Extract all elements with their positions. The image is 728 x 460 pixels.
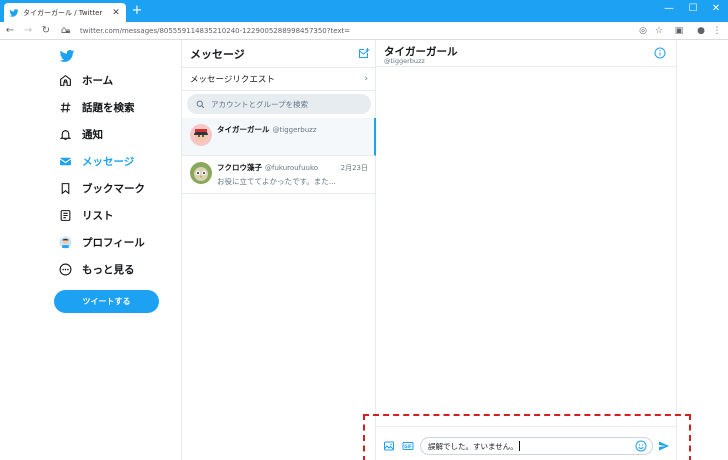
tab-close-icon[interactable]: ✕: [111, 8, 121, 18]
nav-item-label: ブックマーク: [82, 182, 145, 195]
conversation-name: フクロウ藻子: [217, 163, 262, 172]
nav-item-label: 通知: [82, 128, 103, 141]
left-navigation: ホーム 話題を検索 通知 メッセージ ブックマーク リスト プロフィール もっと…: [0, 40, 181, 460]
avatar: [190, 162, 212, 184]
location-icon[interactable]: ◎: [637, 25, 649, 37]
hashtag-icon: [58, 100, 72, 114]
nav-item-label: ホーム: [82, 74, 114, 87]
info-icon[interactable]: [654, 47, 666, 59]
nav-item-label: もっと見る: [82, 263, 135, 276]
conversation-name: タイガーガール: [217, 125, 270, 134]
right-sidebar: [676, 40, 728, 460]
menu-dots-icon[interactable]: ⋮: [711, 25, 723, 37]
message-requests-link[interactable]: メッセージリクエスト ›: [182, 67, 376, 91]
minimize-button[interactable]: —: [659, 2, 679, 16]
nav-item-bookmarks[interactable]: ブックマーク: [58, 178, 145, 198]
conversation-handle: @fukuroufuuko: [265, 164, 319, 172]
nav-item-notifications[interactable]: 通知: [58, 124, 103, 144]
conversation-item[interactable]: フクロウ藻子 @fukuroufuuko 2月23日 お役に立ててよかったです。…: [182, 156, 376, 194]
divider: [376, 66, 676, 67]
nav-item-profile[interactable]: プロフィール: [58, 232, 145, 252]
window-close-button[interactable]: ✕: [706, 2, 726, 16]
conversation-item[interactable]: タイガーガール @tiggerbuzz: [182, 118, 376, 156]
nav-item-lists[interactable]: リスト: [58, 205, 114, 225]
bookmark-icon: [58, 181, 72, 195]
nav-item-label: リスト: [82, 209, 114, 222]
back-icon[interactable]: ←: [2, 23, 18, 39]
home-icon: [58, 73, 72, 87]
bell-icon: [58, 127, 72, 141]
envelope-icon: [58, 154, 72, 168]
nav-item-label: メッセージ: [82, 155, 135, 168]
avatar: [190, 124, 212, 146]
twitter-favicon-icon: [9, 8, 19, 17]
chevron-right-icon: ›: [364, 74, 368, 84]
reload-icon[interactable]: ↻: [38, 23, 54, 39]
avatar-icon: [58, 235, 72, 249]
conversation-handle: @tiggerbuzz: [272, 126, 317, 134]
conversation-panel: タイガーガール @tiggerbuzz GIF 誤解でした。すいません。: [376, 40, 676, 460]
search-input[interactable]: アカウントとグループを検索: [187, 94, 371, 114]
browser-tab-bar: タイガーガール / Twitter ✕ + — ☐ ✕: [0, 0, 728, 22]
url-field[interactable]: 🔒︎ twitter.com/messages/8055591148352102…: [66, 24, 626, 38]
nav-item-label: プロフィール: [82, 236, 145, 249]
nav-item-messages[interactable]: メッセージ: [58, 151, 134, 171]
message-requests-label: メッセージリクエスト: [190, 75, 275, 85]
url-text: twitter.com/messages/805559114835210240-…: [80, 27, 351, 35]
forward-icon[interactable]: →: [20, 23, 36, 39]
list-icon: [58, 208, 72, 222]
conversation-preview: お役に立ててよかったです。また...: [217, 177, 336, 186]
search-icon: [196, 100, 205, 108]
nav-item-label: 話題を検索: [82, 101, 135, 114]
search-placeholder: アカウントとグループを検索: [211, 99, 309, 109]
new-message-icon[interactable]: [358, 47, 370, 59]
address-bar: ← → ↻ ⌂ 🔒︎ twitter.com/messages/80555911…: [0, 22, 728, 40]
maximize-button[interactable]: ☐: [683, 2, 703, 16]
extension-icon[interactable]: ▣: [673, 25, 685, 37]
more-icon: [58, 262, 72, 276]
conversation-handle: @tiggerbuzz: [384, 57, 425, 65]
annotation-highlight-box: [363, 414, 691, 460]
messages-column: メッセージ メッセージリクエスト › アカウントとグループを検索 タイガーガール…: [181, 40, 376, 460]
star-icon[interactable]: ☆: [653, 25, 665, 37]
account-icon[interactable]: ●: [695, 25, 707, 37]
nav-item-explore[interactable]: 話題を検索: [58, 97, 135, 117]
conversation-date: 2月23日: [340, 164, 368, 172]
tweet-button[interactable]: ツイートする: [54, 290, 159, 313]
new-tab-button[interactable]: +: [130, 4, 144, 18]
browser-tab[interactable]: タイガーガール / Twitter ✕: [4, 3, 126, 22]
nav-item-more[interactable]: もっと見る: [58, 259, 135, 279]
lock-icon: 🔒︎: [66, 26, 71, 35]
tab-title: タイガーガール / Twitter: [23, 8, 103, 17]
twitter-logo-icon[interactable]: [58, 48, 76, 64]
messages-title: メッセージ: [190, 48, 245, 61]
nav-item-home[interactable]: ホーム: [58, 70, 113, 90]
